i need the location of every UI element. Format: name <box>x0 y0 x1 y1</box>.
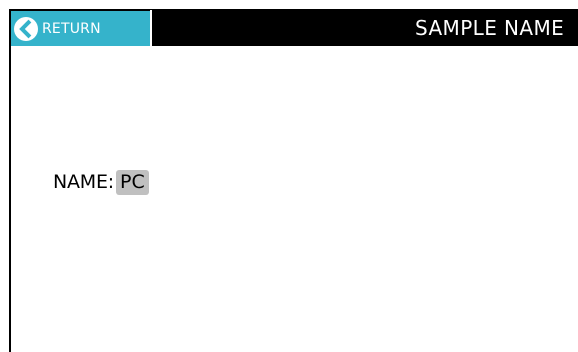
title-bar-divider <box>150 10 152 46</box>
page-title: SAMPLE NAME <box>415 16 565 40</box>
return-button[interactable]: RETURN <box>11 11 150 46</box>
name-field-row: NAME: PC <box>53 169 149 195</box>
name-value-field[interactable]: PC <box>116 169 149 195</box>
screen-border-left <box>9 10 11 352</box>
return-label: RETURN <box>42 21 101 37</box>
sample-name-screen: RETURN SAMPLE NAME NAME: PC <box>0 0 578 352</box>
name-label: NAME: <box>53 171 115 193</box>
chevron-left-circle-icon <box>14 17 38 41</box>
